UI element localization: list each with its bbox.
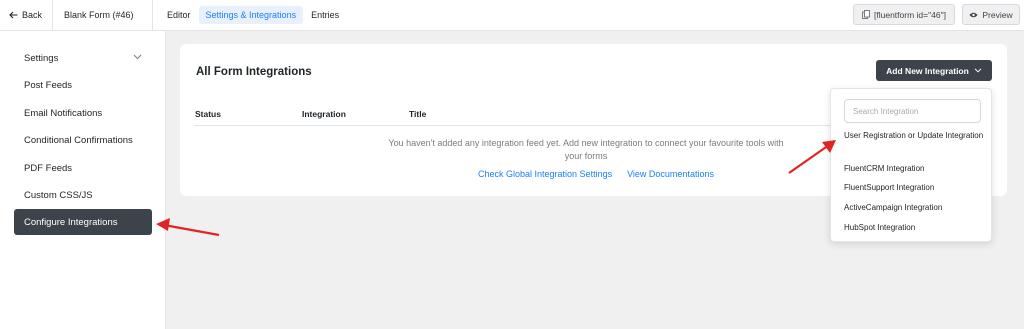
sidebar-item-label: Settings [24, 52, 59, 64]
shortcode-copy-button[interactable]: [fluentform id="46"] [853, 4, 955, 25]
tab-editor[interactable]: Editor [163, 6, 195, 24]
sidebar-item-configure-integrations[interactable]: Configure Integrations [14, 209, 152, 235]
sidebar-item-label: Custom CSS/JS [24, 189, 93, 201]
shortcode-text: [fluentform id="46"] [874, 9, 946, 20]
arrow-left-icon [9, 11, 18, 19]
top-bar: Back Blank Form (#46) Editor Settings & … [0, 0, 1024, 31]
copy-icon [862, 10, 871, 19]
sidebar-item-email-notifications[interactable]: Email Notifications [14, 101, 152, 125]
sidebar-item-label: Conditional Confirmations [24, 134, 133, 146]
help-links: Check Global Integration Settings View D… [478, 169, 714, 179]
search-integration-input[interactable] [844, 99, 981, 123]
preview-label: Preview [982, 9, 1013, 20]
sidebar-item-conditional-confirmations[interactable]: Conditional Confirmations [14, 128, 152, 152]
dropdown-item-fluentsupport[interactable]: FluentSupport Integration [844, 182, 984, 194]
dropdown-item-user-registration[interactable]: User Registration or Update Integration [844, 130, 984, 142]
tab-entries[interactable]: Entries [307, 6, 343, 24]
preview-button[interactable]: Preview [962, 4, 1020, 25]
top-menu: Editor Settings & Integrations Entries [163, 6, 343, 24]
sidebar-item-label: Configure Integrations [24, 216, 118, 228]
form-name: Blank Form (#46) [64, 10, 134, 20]
tab-settings-integrations[interactable]: Settings & Integrations [198, 6, 304, 24]
divider [152, 0, 153, 31]
back-label: Back [22, 10, 43, 20]
dropdown-item-fluentcrm[interactable]: FluentCRM Integration [844, 163, 984, 175]
sidebar-item-settings[interactable]: Settings [14, 46, 152, 70]
column-header-title: Title [409, 109, 427, 119]
column-header-status: Status [195, 109, 221, 119]
empty-state-message: You haven't added any integration feed y… [388, 138, 784, 161]
add-new-integration-button[interactable]: Add New Integration [876, 60, 992, 81]
dropdown-item-activecampaign[interactable]: ActiveCampaign Integration [844, 202, 984, 214]
settings-sidebar: Settings Post Feeds Email Notifications … [0, 31, 166, 329]
back-button[interactable]: Back [9, 10, 42, 20]
dropdown-item-hubspot[interactable]: HubSpot Integration [844, 222, 984, 234]
column-header-integration: Integration [302, 109, 346, 119]
global-integration-settings-link[interactable]: Check Global Integration Settings [478, 169, 612, 179]
chevron-down-icon [974, 68, 982, 73]
chevron-down-icon [133, 54, 142, 60]
sidebar-item-label: Email Notifications [24, 107, 103, 119]
page-title: All Form Integrations [196, 66, 312, 78]
sidebar-item-post-feeds[interactable]: Post Feeds [14, 73, 152, 97]
sidebar-item-pdf-feeds[interactable]: PDF Feeds [14, 156, 152, 180]
sidebar-item-label: PDF Feeds [24, 162, 73, 174]
sidebar-item-label: Post Feeds [24, 79, 73, 91]
eye-icon [969, 12, 978, 17]
add-button-label: Add New Integration [886, 65, 969, 76]
sidebar-item-custom-css-js[interactable]: Custom CSS/JS [14, 183, 152, 207]
view-documentations-link[interactable]: View Documentations [627, 169, 714, 179]
integration-dropdown: User Registration or Update Integration … [830, 88, 992, 242]
divider [52, 0, 53, 31]
